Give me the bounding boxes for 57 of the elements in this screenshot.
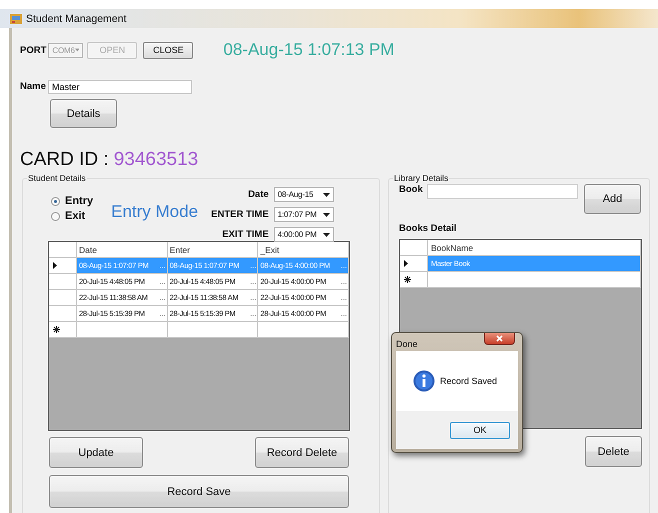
group-title: Student Details <box>27 173 87 183</box>
mode-label: Entry Mode <box>111 202 200 222</box>
update-button[interactable]: Update <box>49 437 143 468</box>
row-header[interactable] <box>400 272 428 288</box>
table-cell[interactable] <box>258 322 350 338</box>
row-header[interactable] <box>49 322 77 338</box>
card-id-value: 93463513 <box>114 149 198 171</box>
column-header[interactable]: BookName <box>428 240 641 256</box>
close-icon <box>496 335 503 342</box>
ok-button[interactable]: OK <box>450 422 510 438</box>
row-pointer-icon <box>404 260 408 267</box>
name-field[interactable]: Master <box>48 80 192 94</box>
column-header[interactable]: Date <box>77 242 168 258</box>
field-label: EXIT TIME <box>221 229 269 240</box>
column-header[interactable]: _Exit <box>258 242 350 258</box>
asterisk-icon <box>404 276 411 283</box>
port-label: PORT <box>20 44 46 56</box>
table-cell[interactable] <box>77 322 168 338</box>
details-button[interactable]: Details <box>50 99 117 128</box>
group-title: Library Details <box>393 173 450 183</box>
window-title: Student Management <box>26 12 126 24</box>
delete-button[interactable]: Delete <box>585 436 642 467</box>
clock-text: 08-Aug-15 1:07:13 PM <box>223 40 394 60</box>
dropdown[interactable]: 1:07:07 PM <box>274 207 334 222</box>
radio-button[interactable]: Exit <box>51 210 94 222</box>
record-delete-button[interactable]: Record Delete <box>255 437 349 468</box>
row-header[interactable] <box>400 256 428 272</box>
caret-icon <box>74 48 80 52</box>
row-header <box>400 240 428 256</box>
row-header[interactable] <box>49 258 77 274</box>
book-field[interactable] <box>427 184 578 199</box>
dropdown[interactable]: 08-Aug-15 <box>274 187 334 202</box>
caret-icon <box>322 192 330 196</box>
close-button[interactable] <box>484 333 515 345</box>
add-button[interactable]: Add <box>584 184 641 214</box>
caret-icon <box>322 232 330 236</box>
name-label: Name <box>20 81 47 92</box>
close-port-button[interactable]: CLOSE <box>143 42 194 58</box>
table-cell[interactable] <box>168 322 258 338</box>
table-cell[interactable] <box>428 272 641 288</box>
asterisk-icon <box>53 326 60 333</box>
book-label: Book <box>399 184 424 195</box>
field-label: Date <box>247 189 269 200</box>
radio-button[interactable]: Entry <box>51 195 94 207</box>
app-icon <box>10 12 22 24</box>
row-header <box>49 242 77 258</box>
row-pointer-icon <box>53 262 57 269</box>
column-header[interactable]: Enter <box>168 242 258 258</box>
caret-icon <box>322 212 330 216</box>
record-save-button[interactable]: Record Save <box>49 475 349 508</box>
books-detail-label: Books Detail <box>399 223 458 233</box>
card-id-label: CARD ID : <box>20 149 109 171</box>
info-icon <box>413 370 435 392</box>
field-label: ENTER TIME <box>211 209 269 220</box>
dialog-title: Done <box>396 339 418 349</box>
dropdown[interactable]: 4:00:00 PM <box>274 227 334 242</box>
dialog-message: Record Saved <box>440 376 498 386</box>
